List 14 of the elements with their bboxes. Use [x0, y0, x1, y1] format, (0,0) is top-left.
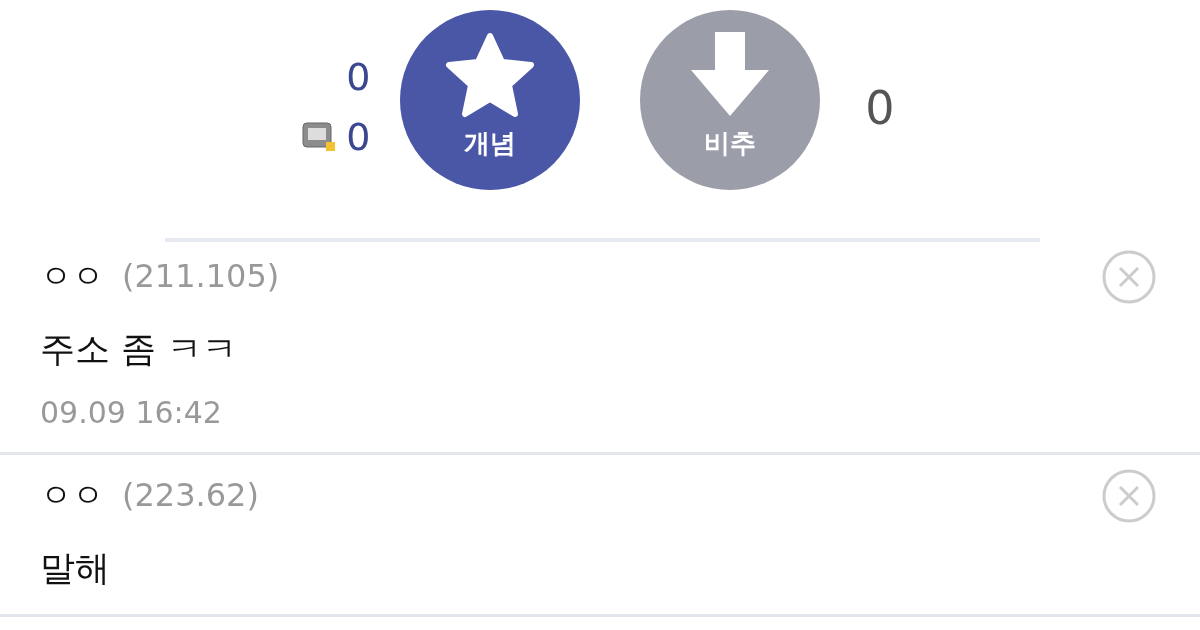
- star-icon: [445, 32, 536, 118]
- comment-text: 주소 좀 ㅋㅋ: [40, 328, 239, 371]
- comment-ip: (223.62): [122, 476, 259, 514]
- upvote-button[interactable]: 개념: [400, 10, 581, 190]
- comment-author: ㅇㅇ: [40, 256, 104, 297]
- comment-text: 말해: [40, 547, 111, 590]
- comment-ip: (211.105): [122, 257, 280, 295]
- mobile-recommend-count: 0: [346, 118, 371, 156]
- close-icon[interactable]: [1102, 250, 1156, 304]
- recommend-count: 0: [346, 58, 371, 96]
- downvote-count: 0: [865, 80, 895, 131]
- close-icon[interactable]: [1102, 469, 1156, 523]
- comment-time: 09.09 16:42: [40, 395, 223, 430]
- comment-author: ㅇㅇ: [40, 475, 104, 516]
